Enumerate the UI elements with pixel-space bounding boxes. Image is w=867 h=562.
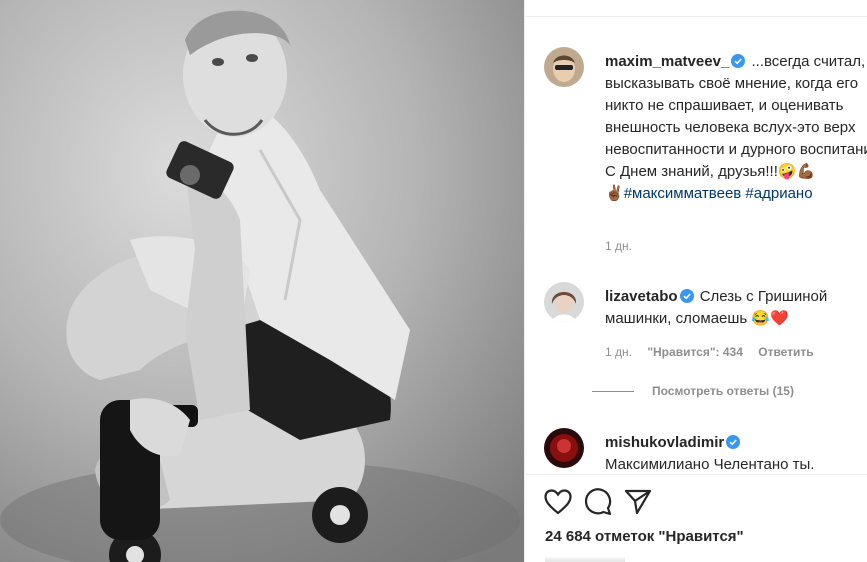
likes-count[interactable]: 24 684 отметок "Нравится" [545, 528, 744, 545]
hashtag-prefix: ✌🏾 [605, 185, 624, 202]
comments-panel: maxim_matveev_ ...всегда считал, что выс… [524, 0, 867, 562]
comment-text: lizavetabo Слезь с Гришиной машинки, сло… [605, 286, 867, 330]
comment-meta: 1 дн. "Нравится": 434 Ответить [605, 345, 826, 359]
verified-icon [726, 435, 741, 449]
action-bar [543, 487, 653, 517]
replies-line [592, 390, 634, 392]
reply-button[interactable]: Ответить [758, 345, 813, 359]
verified-icon [679, 289, 694, 303]
view-replies-label: Посмотреть ответы (15) [652, 384, 794, 398]
view-replies-button[interactable]: Посмотреть ответы (15) [592, 384, 794, 398]
caption-hashtags[interactable]: #максимматвеев #адриано [624, 185, 813, 202]
comment-text: mishukovladimir Максимилиано Челентано т… [605, 432, 867, 476]
paper-plane-icon[interactable] [623, 487, 653, 517]
commenter-avatar[interactable] [544, 282, 584, 322]
caption-meta: 1 дн. [605, 239, 644, 253]
caption-emoji: 🤪💪🏾 [777, 163, 816, 180]
comment-time[interactable]: 1 дн. [605, 345, 632, 359]
commenter-avatar[interactable] [544, 428, 584, 468]
comment-username[interactable]: mishukovladimir [605, 434, 724, 451]
header-divider [525, 16, 867, 17]
verified-icon [731, 54, 746, 68]
caption-text: maxim_matveev_ ...всегда считал, что выс… [605, 51, 867, 205]
caption-username[interactable]: maxim_matveev_ [605, 53, 729, 70]
comment-likes[interactable]: "Нравится": 434 [647, 345, 743, 359]
comment-emoji: 😂❤️ [751, 310, 789, 327]
caption-time[interactable]: 1 дн. [605, 239, 632, 253]
truncated-date [545, 556, 625, 562]
heart-icon[interactable] [543, 487, 573, 517]
comment-icon[interactable] [583, 487, 613, 517]
caption-body: ...всегда считал, что высказывать своё м… [605, 53, 867, 180]
comment-username[interactable]: lizavetabo [605, 288, 678, 305]
author-avatar[interactable] [544, 47, 584, 87]
actions-divider [525, 474, 867, 475]
comment-body: Максимилиано Челентано ты. [605, 456, 815, 473]
post-photo [0, 0, 524, 562]
